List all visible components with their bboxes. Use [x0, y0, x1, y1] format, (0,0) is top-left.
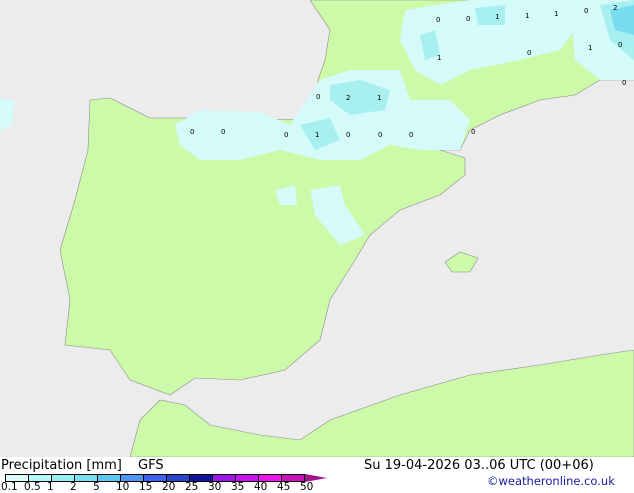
svg-text:0: 0 — [346, 131, 350, 139]
svg-text:0: 0 — [190, 128, 194, 136]
model-name: GFS — [138, 458, 164, 473]
colorbar-tick: 30 — [208, 481, 222, 493]
colorbar-tick: 35 — [231, 481, 245, 493]
svg-text:0: 0 — [316, 93, 320, 101]
svg-text:2: 2 — [346, 94, 350, 102]
svg-text:0: 0 — [221, 128, 225, 136]
svg-text:0: 0 — [584, 7, 588, 15]
valid-datetime: Su 19-04-2026 03..06 UTC (00+06) — [364, 458, 594, 473]
svg-text:1: 1 — [315, 131, 319, 139]
colorbar-tick: 0.5 — [24, 481, 41, 493]
colorbar-tick: 2 — [70, 481, 77, 493]
svg-text:0: 0 — [618, 41, 622, 49]
colorbar-tick: 15 — [139, 481, 153, 493]
colorbar-tick: 45 — [277, 481, 291, 493]
legend-title: Precipitation [mm] — [1, 458, 122, 473]
svg-text:0: 0 — [471, 128, 475, 136]
svg-text:0: 0 — [378, 131, 382, 139]
colorbar-tick: 10 — [116, 481, 130, 493]
svg-text:0: 0 — [436, 16, 440, 24]
colorbar-tick: 1 — [47, 481, 54, 493]
svg-text:1: 1 — [437, 54, 441, 62]
svg-text:0: 0 — [466, 15, 470, 23]
precipitation-map: 0 0 1 1 1 0 2 1 1 0 0 0 2 1 0 0 0 1 0 0 … — [0, 0, 634, 457]
colorbar-tick: 50 — [300, 481, 314, 493]
svg-text:1: 1 — [588, 44, 592, 52]
svg-text:1: 1 — [495, 13, 499, 21]
colorbar-tick: 20 — [162, 481, 176, 493]
svg-text:1: 1 — [377, 94, 381, 102]
svg-text:1: 1 — [525, 12, 529, 20]
svg-text:1: 1 — [554, 10, 558, 18]
colorbar-tick: 5 — [93, 481, 100, 493]
svg-text:0: 0 — [284, 131, 288, 139]
svg-text:0: 0 — [622, 79, 626, 87]
svg-text:0: 0 — [527, 49, 531, 57]
colorbar-tick: 40 — [254, 481, 268, 493]
legend: Precipitation [mm] GFS Su 19-04-2026 03.… — [0, 457, 634, 493]
colorbar-tick: 25 — [185, 481, 199, 493]
credit-link[interactable]: ©weatheronline.co.uk — [487, 474, 615, 488]
colorbar-tick: 0.1 — [1, 481, 18, 493]
svg-text:0: 0 — [409, 131, 413, 139]
svg-text:2: 2 — [613, 4, 617, 12]
